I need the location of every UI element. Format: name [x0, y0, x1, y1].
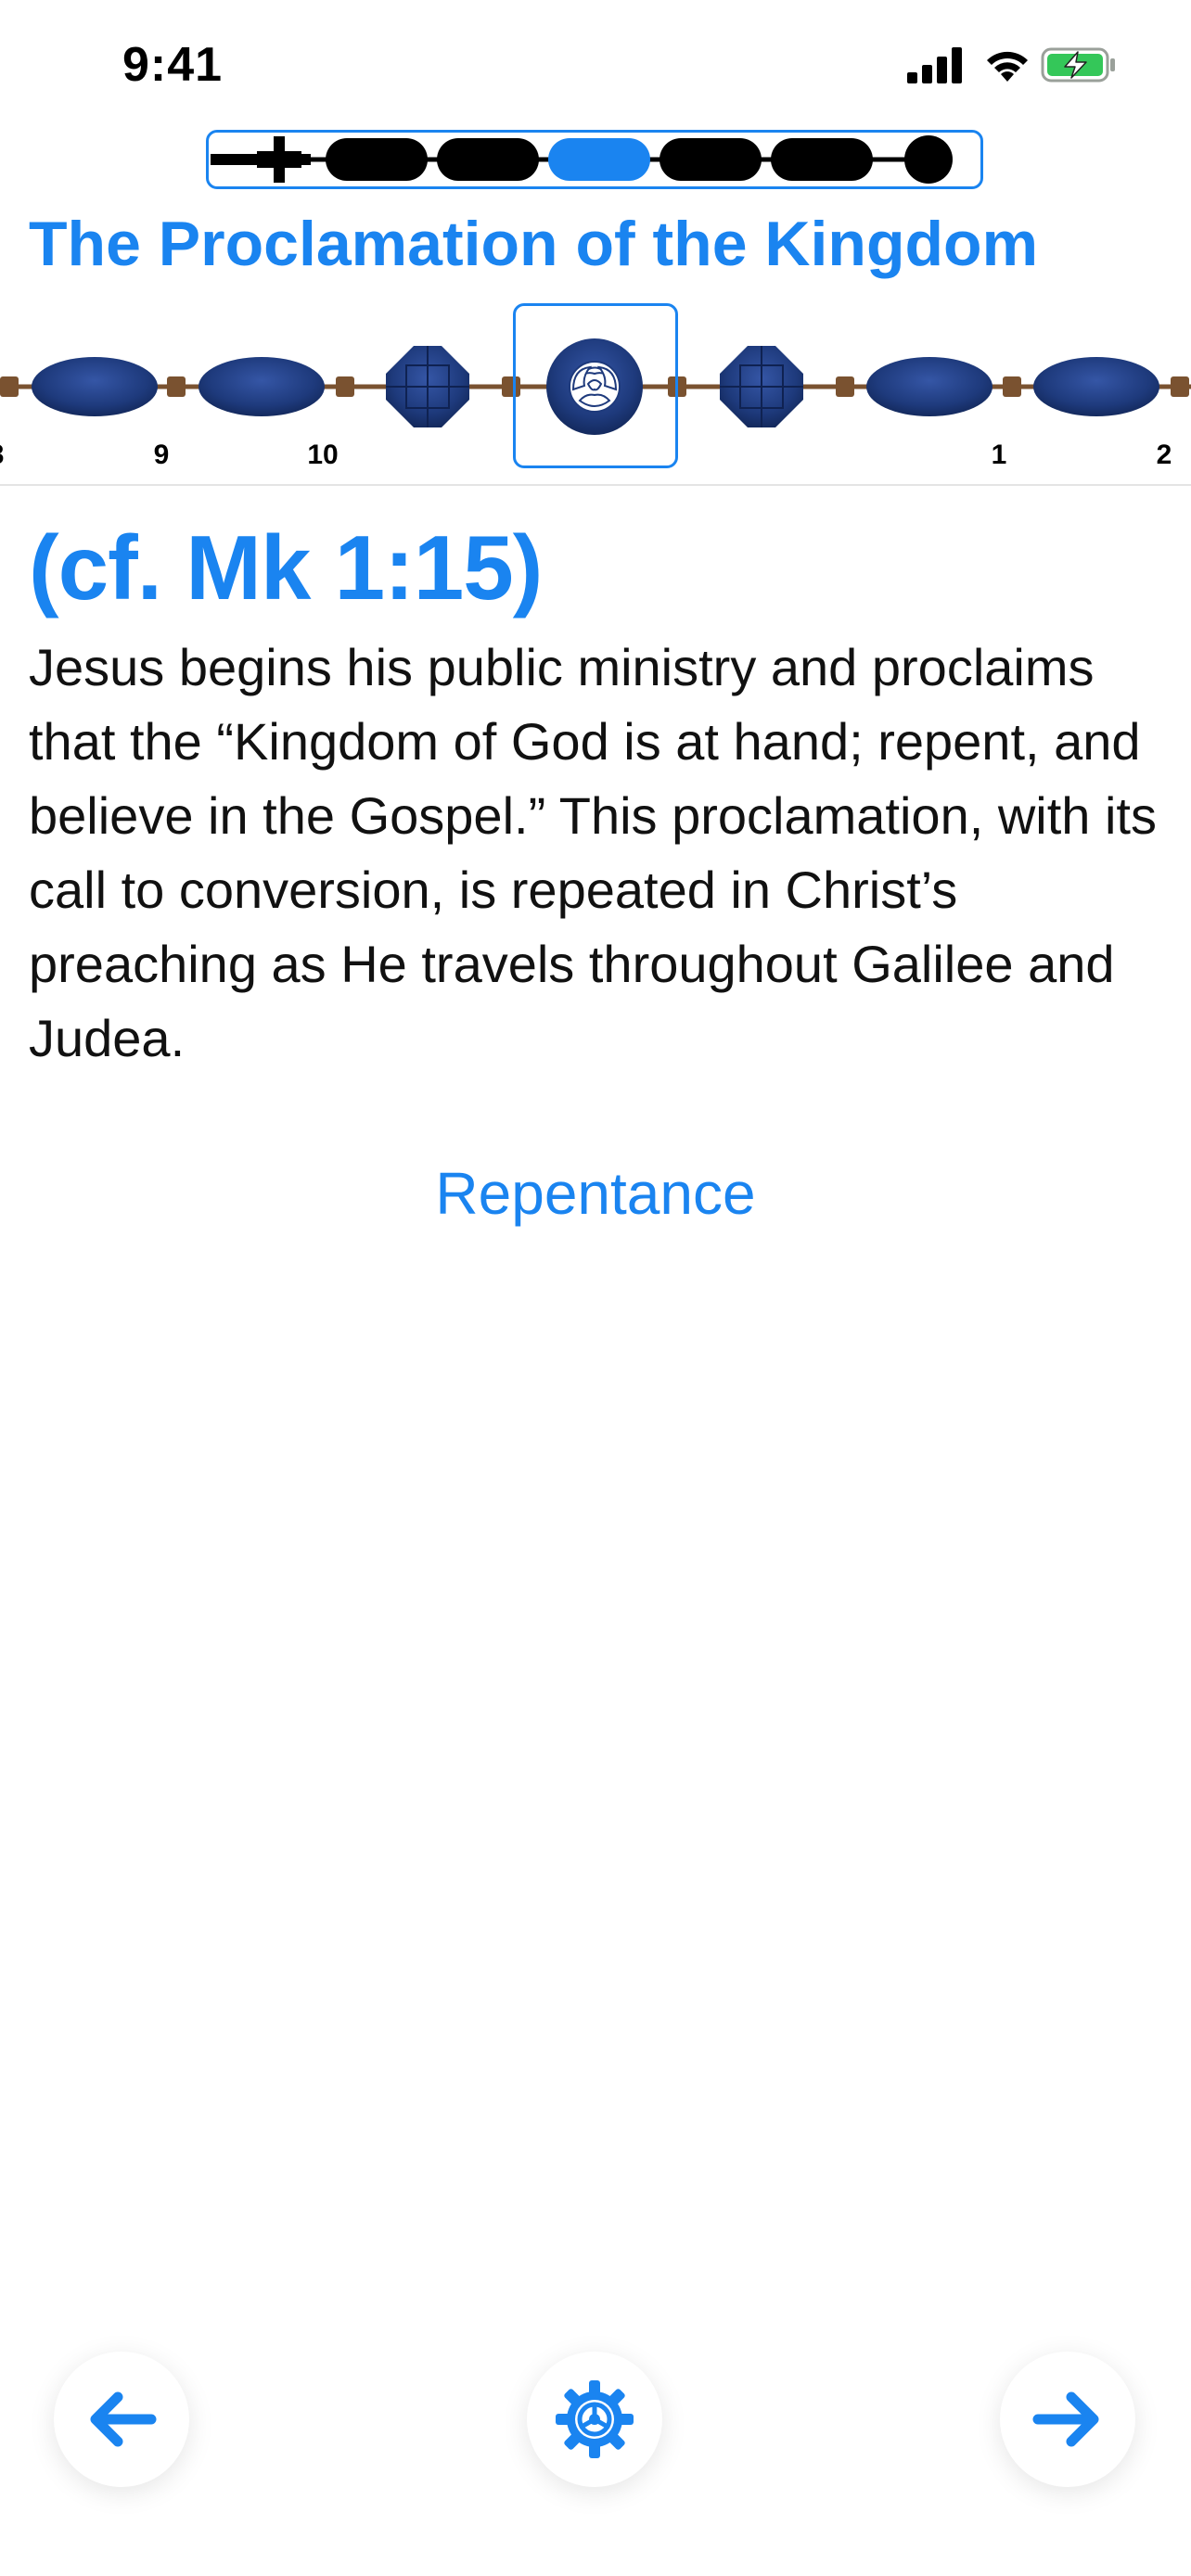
- cord-spacer: [336, 376, 354, 397]
- back-button[interactable]: [54, 2352, 189, 2487]
- selected-bead-frame: [513, 303, 678, 468]
- divider: [0, 484, 1191, 486]
- battery-charging-icon: [1041, 47, 1115, 83]
- bead-number-9: 9: [153, 440, 170, 470]
- fruit-of-mystery-link[interactable]: Repentance: [0, 1159, 1191, 1228]
- cord-spacer: [1003, 376, 1021, 397]
- decade-bead-1[interactable]: [326, 138, 428, 181]
- cord-spacer: [167, 376, 186, 397]
- bead-number-1: 1: [991, 440, 1007, 470]
- bead-number-2: 2: [1156, 440, 1172, 470]
- decade-bead-3-selected[interactable]: [548, 138, 650, 181]
- arrow-right-icon: [1032, 2391, 1099, 2447]
- bead-number-8: 8: [0, 440, 4, 471]
- arrow-left-icon: [90, 2391, 157, 2447]
- scripture-reference: (cf. Mk 1:15): [29, 516, 543, 618]
- decade-progress-graphic: [211, 135, 953, 184]
- our-father-bead-right[interactable]: [720, 346, 803, 427]
- prayer-screen: 9:41 The Proclamation of the Kingdom 9 1…: [0, 0, 1191, 2576]
- forward-button[interactable]: [1000, 2352, 1135, 2487]
- decade-bead-6[interactable]: [904, 135, 953, 184]
- bead-strip[interactable]: 8 9 10 1 2: [0, 297, 1191, 482]
- bead-2[interactable]: [1033, 357, 1159, 416]
- our-father-bead-left[interactable]: [386, 346, 469, 427]
- bead-10[interactable]: [198, 357, 325, 416]
- cord-spacer: [1171, 376, 1189, 397]
- decade-bead-2[interactable]: [437, 138, 539, 181]
- settings-button[interactable]: [527, 2352, 662, 2487]
- mystery-title: The Proclamation of the Kingdom: [29, 209, 1039, 279]
- meditation-text: Jesus begins his public ministry and pro…: [29, 638, 1157, 1067]
- cord-spacer: [0, 376, 19, 397]
- status-time: 9:41: [122, 38, 224, 92]
- bead-number-10: 10: [307, 440, 339, 470]
- gear-icon: [556, 2380, 634, 2458]
- bead-9[interactable]: [32, 357, 158, 416]
- decade-bead-5[interactable]: [771, 138, 873, 181]
- cord-spacer: [836, 376, 854, 397]
- decade-cross[interactable]: [211, 136, 311, 183]
- signal-icon: [907, 47, 962, 83]
- wifi-icon: [987, 51, 1028, 82]
- bead-1[interactable]: [866, 357, 992, 416]
- decade-bead-4[interactable]: [660, 138, 762, 181]
- decade-progress-bar[interactable]: [206, 130, 983, 189]
